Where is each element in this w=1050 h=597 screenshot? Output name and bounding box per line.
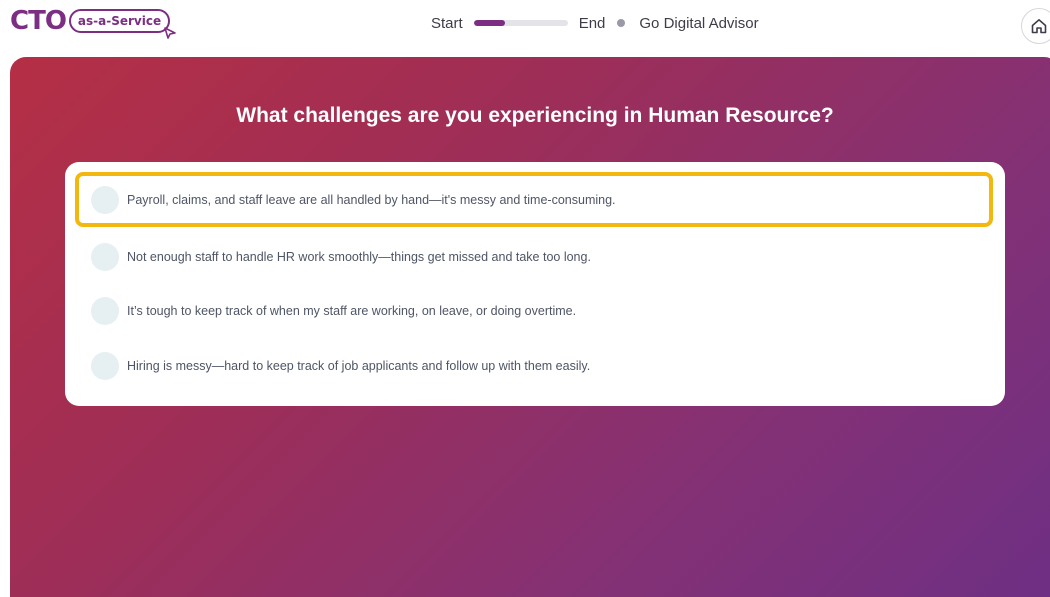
cursor-icon (164, 27, 176, 39)
home-icon (1031, 19, 1047, 34)
progress-end-label: End (578, 14, 606, 32)
option-3[interactable]: It’s tough to keep track of when my staf… (75, 283, 993, 338)
progress-indicator: Start End Go Digital Advisor (431, 13, 759, 33)
option-2-label: Not enough staff to handle HR work smoot… (127, 249, 591, 264)
progress-track (473, 20, 568, 26)
logo-pill-text: as-a-Service (77, 14, 162, 28)
option-1-label: Payroll, claims, and staff leave are all… (127, 192, 616, 207)
progress-start-label: Start (431, 14, 463, 32)
question-title: What challenges are you experiencing in … (236, 104, 834, 127)
radio-2[interactable] (91, 242, 119, 271)
radio-3[interactable] (91, 296, 119, 325)
top-bar: CTO as-a-Service Start End Go Digital Ad… (0, 0, 1050, 56)
progress-fill (473, 20, 505, 26)
radio-1[interactable] (91, 185, 119, 214)
option-4[interactable]: Hiring is messy—hard to keep track of jo… (75, 338, 993, 393)
separator-dot (617, 19, 626, 27)
advisor-label: Go Digital Advisor (639, 14, 759, 32)
logo-pill: as-a-Service (68, 9, 176, 39)
home-button[interactable] (1021, 8, 1050, 44)
cto-logo[interactable]: CTO as-a-Service (10, 6, 176, 39)
option-2[interactable]: Not enough staff to handle HR work smoot… (75, 229, 993, 284)
option-3-label: It’s tough to keep track of when my staf… (127, 303, 577, 318)
option-4-label: Hiring is messy—hard to keep track of jo… (127, 358, 591, 373)
radio-4[interactable] (91, 351, 119, 380)
option-1[interactable]: Payroll, claims, and staff leave are all… (75, 172, 993, 227)
options-card: Payroll, claims, and staff leave are all… (65, 162, 1005, 406)
logo-cto-text: CTO (10, 6, 67, 36)
